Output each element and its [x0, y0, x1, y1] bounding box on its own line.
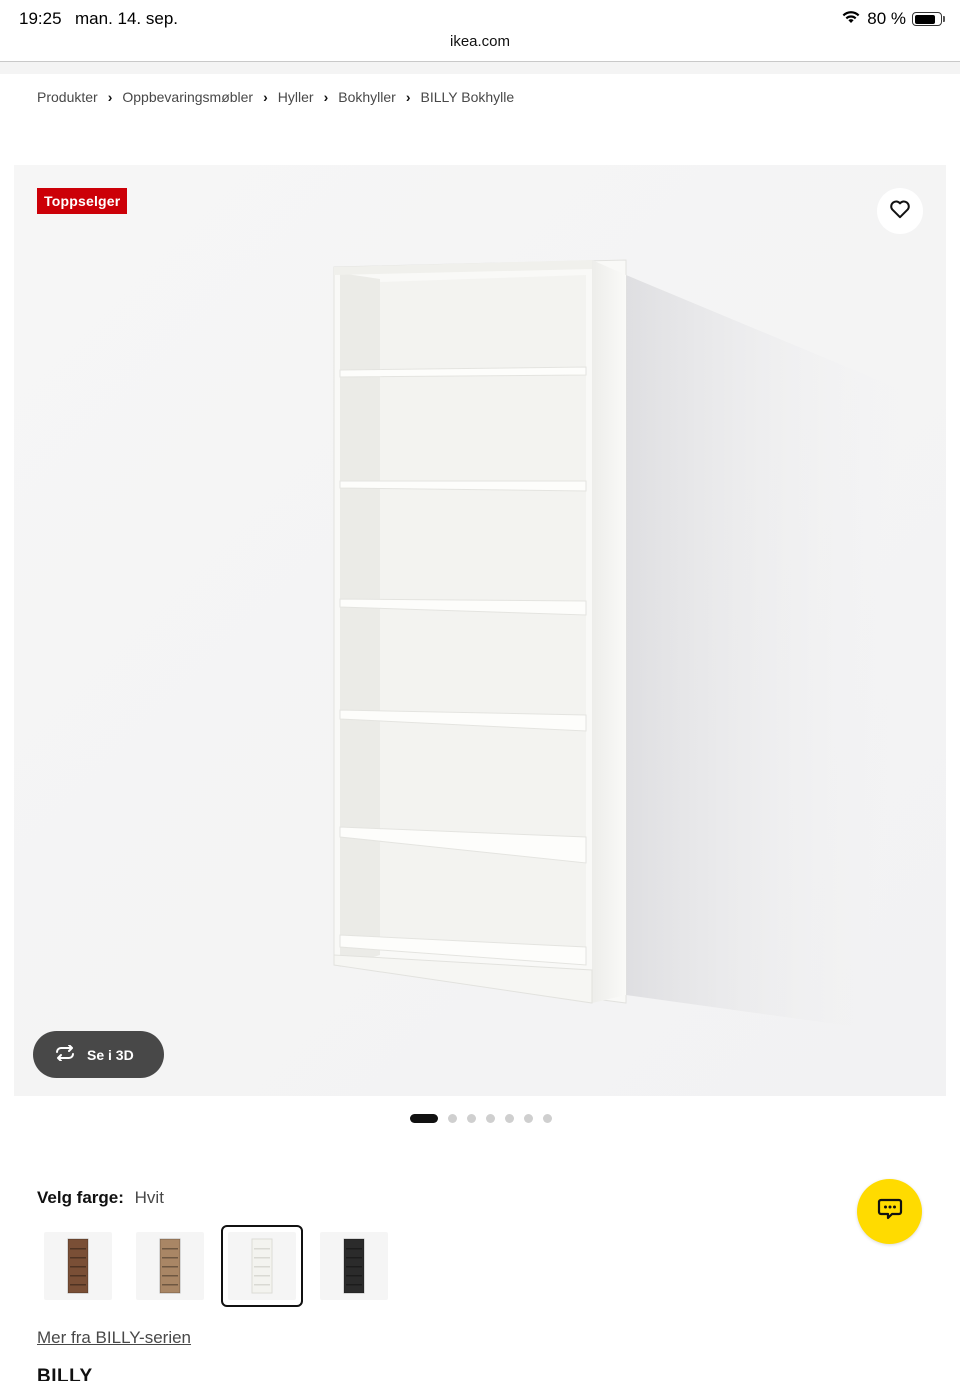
chevron-right-icon: › — [323, 89, 329, 105]
view-in-3d-button[interactable]: Se i 3D — [33, 1031, 164, 1078]
color-label-value: Hvit — [134, 1188, 164, 1207]
color-swatch-2[interactable] — [129, 1225, 211, 1307]
swatch-thumbnail — [44, 1232, 112, 1300]
favorite-button[interactable] — [877, 188, 923, 234]
color-swatch-1[interactable] — [37, 1225, 119, 1307]
status-bar: 19:25 man. 14. sep. 80 % — [0, 0, 960, 36]
pagination-dot[interactable] — [486, 1114, 495, 1123]
breadcrumb-bokhyller[interactable]: Bokhyller — [338, 89, 396, 105]
pagination-dot[interactable] — [467, 1114, 476, 1123]
battery-icon — [912, 12, 945, 26]
bookcase-thumbnail-icon — [67, 1238, 89, 1294]
pagination-dot[interactable] — [524, 1114, 533, 1123]
battery-percent: 80 % — [867, 9, 906, 28]
chevron-right-icon: › — [107, 89, 113, 105]
chevron-right-icon: › — [405, 89, 411, 105]
gallery-pagination — [410, 1114, 552, 1123]
color-label-key: Velg farge: — [37, 1188, 124, 1207]
product-image-gallery[interactable]: Toppselger Se i 3D — [14, 165, 946, 1096]
chevron-right-icon: › — [263, 89, 268, 105]
chat-icon — [877, 1197, 903, 1226]
view-in-3d-label: Se i 3D — [87, 1046, 134, 1063]
breadcrumb-billy-bokhylle[interactable]: BILLY Bokhylle — [421, 89, 515, 105]
breadcrumb-produkter[interactable]: Produkter — [37, 89, 98, 105]
rotate-3d-icon — [53, 1044, 77, 1064]
product-name: BILLY — [37, 1366, 93, 1381]
top-seller-badge: Toppselger — [37, 188, 128, 214]
swatch-thumbnail — [320, 1232, 388, 1300]
color-swatches — [37, 1225, 395, 1307]
series-link[interactable]: Mer fra BILLY-serien — [37, 1328, 191, 1348]
breadcrumb-oppbevaringsmobler[interactable]: Oppbevaringsmøbler — [122, 89, 253, 105]
bookcase-thumbnail-icon — [159, 1238, 181, 1294]
heart-icon — [889, 199, 911, 224]
swatch-thumbnail — [228, 1232, 296, 1300]
status-indicators: 80 % — [841, 9, 945, 29]
bookcase-thumbnail-icon — [343, 1238, 365, 1294]
header-strip — [0, 62, 960, 74]
pagination-dot-active[interactable] — [410, 1114, 438, 1123]
pagination-dot[interactable] — [543, 1114, 552, 1123]
color-swatch-4[interactable] — [313, 1225, 395, 1307]
url-bar[interactable]: ikea.com — [0, 33, 960, 50]
wifi-icon — [841, 9, 861, 29]
status-time: 19:25 — [19, 9, 62, 28]
bookcase-thumbnail-icon — [251, 1238, 273, 1294]
status-date: man. 14. sep. — [75, 9, 179, 28]
color-selection-label: Velg farge: Hvit — [37, 1188, 164, 1208]
breadcrumb-hyller[interactable]: Hyller — [278, 89, 314, 105]
bookcase-image — [14, 165, 946, 1096]
pagination-dot[interactable] — [505, 1114, 514, 1123]
color-swatch-3[interactable] — [221, 1225, 303, 1307]
breadcrumb: Produkter › Oppbevaringsmøbler › Hyller … — [37, 89, 514, 105]
swatch-thumbnail — [136, 1232, 204, 1300]
pagination-dot[interactable] — [448, 1114, 457, 1123]
chat-button[interactable] — [857, 1179, 922, 1244]
